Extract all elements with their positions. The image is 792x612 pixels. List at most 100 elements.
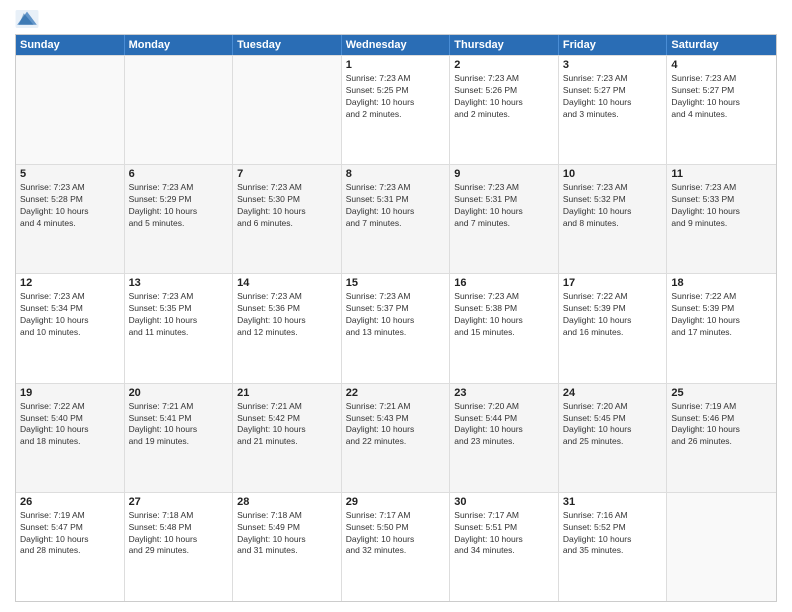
- day-number: 27: [129, 496, 229, 508]
- calendar-day-cell: 6 Sunrise: 7:23 AM Sunset: 5:29 PM Daylig…: [125, 165, 234, 273]
- day-number: 6: [129, 168, 229, 180]
- day-info: Sunrise: 7:16 AM Sunset: 5:52 PM Dayligh…: [563, 510, 663, 558]
- day-info: Sunrise: 7:23 AM Sunset: 5:27 PM Dayligh…: [671, 73, 772, 121]
- day-number: 24: [563, 387, 663, 399]
- calendar-header-cell: Tuesday: [233, 35, 342, 55]
- calendar-row: 1 Sunrise: 7:23 AM Sunset: 5:25 PM Daylig…: [16, 55, 776, 164]
- logo-icon: [15, 10, 39, 28]
- day-info: Sunrise: 7:23 AM Sunset: 5:34 PM Dayligh…: [20, 291, 120, 339]
- calendar-day-cell: 2 Sunrise: 7:23 AM Sunset: 5:26 PM Daylig…: [450, 56, 559, 164]
- calendar-row: 12 Sunrise: 7:23 AM Sunset: 5:34 PM Dayli…: [16, 273, 776, 382]
- day-info: Sunrise: 7:22 AM Sunset: 5:39 PM Dayligh…: [563, 291, 663, 339]
- calendar-day-cell: 14 Sunrise: 7:23 AM Sunset: 5:36 PM Dayli…: [233, 274, 342, 382]
- calendar-header-cell: Sunday: [16, 35, 125, 55]
- day-number: 30: [454, 496, 554, 508]
- calendar-day-cell: 31 Sunrise: 7:16 AM Sunset: 5:52 PM Dayli…: [559, 493, 668, 601]
- day-number: 5: [20, 168, 120, 180]
- calendar-day-cell: 29 Sunrise: 7:17 AM Sunset: 5:50 PM Dayli…: [342, 493, 451, 601]
- calendar-day-cell: 21 Sunrise: 7:21 AM Sunset: 5:42 PM Dayli…: [233, 384, 342, 492]
- calendar-day-cell: 30 Sunrise: 7:17 AM Sunset: 5:51 PM Dayli…: [450, 493, 559, 601]
- calendar-day-cell: 25 Sunrise: 7:19 AM Sunset: 5:46 PM Dayli…: [667, 384, 776, 492]
- calendar-day-cell: 28Sunrise: 7:18 AM Sunset: 5:49 PM Dayli…: [233, 493, 342, 601]
- calendar-day-cell: 23Sunrise: 7:20 AM Sunset: 5:44 PM Dayli…: [450, 384, 559, 492]
- day-number: 1: [346, 59, 446, 71]
- day-info: Sunrise: 7:23 AM Sunset: 5:31 PM Dayligh…: [346, 182, 446, 230]
- day-number: 7: [237, 168, 337, 180]
- day-number: 15: [346, 277, 446, 289]
- calendar-row: 19 Sunrise: 7:22 AM Sunset: 5:40 PM Dayli…: [16, 383, 776, 492]
- day-number: 20: [129, 387, 229, 399]
- page: SundayMondayTuesdayWednesdayThursdayFrid…: [0, 0, 792, 612]
- calendar-empty-cell: [233, 56, 342, 164]
- calendar-day-cell: 15 Sunrise: 7:23 AM Sunset: 5:37 PM Dayli…: [342, 274, 451, 382]
- day-number: 25: [671, 387, 772, 399]
- calendar-day-cell: 18 Sunrise: 7:22 AM Sunset: 5:39 PM Dayli…: [667, 274, 776, 382]
- calendar-header-cell: Thursday: [450, 35, 559, 55]
- calendar-header-cell: Friday: [559, 35, 668, 55]
- day-number: 28: [237, 496, 337, 508]
- calendar-empty-cell: [667, 493, 776, 601]
- day-info: Sunrise: 7:23 AM Sunset: 5:36 PM Dayligh…: [237, 291, 337, 339]
- calendar-day-cell: 12 Sunrise: 7:23 AM Sunset: 5:34 PM Dayli…: [16, 274, 125, 382]
- calendar-header-cell: Saturday: [667, 35, 776, 55]
- day-info: Sunrise: 7:23 AM Sunset: 5:26 PM Dayligh…: [454, 73, 554, 121]
- day-number: 4: [671, 59, 772, 71]
- calendar-day-cell: 11 Sunrise: 7:23 AM Sunset: 5:33 PM Dayli…: [667, 165, 776, 273]
- calendar-header-row: SundayMondayTuesdayWednesdayThursdayFrid…: [16, 35, 776, 55]
- day-info: Sunrise: 7:17 AM Sunset: 5:51 PM Dayligh…: [454, 510, 554, 558]
- calendar-day-cell: 4 Sunrise: 7:23 AM Sunset: 5:27 PM Daylig…: [667, 56, 776, 164]
- day-number: 21: [237, 387, 337, 399]
- day-info: Sunrise: 7:23 AM Sunset: 5:25 PM Dayligh…: [346, 73, 446, 121]
- day-number: 29: [346, 496, 446, 508]
- calendar-day-cell: 16 Sunrise: 7:23 AM Sunset: 5:38 PM Dayli…: [450, 274, 559, 382]
- calendar-day-cell: 5Sunrise: 7:23 AM Sunset: 5:28 PM Daylig…: [16, 165, 125, 273]
- day-info: Sunrise: 7:23 AM Sunset: 5:33 PM Dayligh…: [671, 182, 772, 230]
- calendar-day-cell: 19 Sunrise: 7:22 AM Sunset: 5:40 PM Dayli…: [16, 384, 125, 492]
- calendar-day-cell: 9 Sunrise: 7:23 AM Sunset: 5:31 PM Daylig…: [450, 165, 559, 273]
- day-info: Sunrise: 7:19 AM Sunset: 5:46 PM Dayligh…: [671, 401, 772, 449]
- day-info: Sunrise: 7:23 AM Sunset: 5:30 PM Dayligh…: [237, 182, 337, 230]
- day-info: Sunrise: 7:22 AM Sunset: 5:39 PM Dayligh…: [671, 291, 772, 339]
- day-number: 23: [454, 387, 554, 399]
- day-info: Sunrise: 7:21 AM Sunset: 5:43 PM Dayligh…: [346, 401, 446, 449]
- day-number: 19: [20, 387, 120, 399]
- calendar-day-cell: 3Sunrise: 7:23 AM Sunset: 5:27 PM Daylig…: [559, 56, 668, 164]
- day-number: 18: [671, 277, 772, 289]
- calendar-day-cell: 22Sunrise: 7:21 AM Sunset: 5:43 PM Dayli…: [342, 384, 451, 492]
- day-info: Sunrise: 7:23 AM Sunset: 5:38 PM Dayligh…: [454, 291, 554, 339]
- day-info: Sunrise: 7:23 AM Sunset: 5:29 PM Dayligh…: [129, 182, 229, 230]
- calendar-day-cell: 27 Sunrise: 7:18 AM Sunset: 5:48 PM Dayli…: [125, 493, 234, 601]
- calendar-day-cell: 26Sunrise: 7:19 AM Sunset: 5:47 PM Dayli…: [16, 493, 125, 601]
- day-number: 14: [237, 277, 337, 289]
- day-info: Sunrise: 7:23 AM Sunset: 5:32 PM Dayligh…: [563, 182, 663, 230]
- day-number: 8: [346, 168, 446, 180]
- day-info: Sunrise: 7:18 AM Sunset: 5:48 PM Dayligh…: [129, 510, 229, 558]
- calendar-empty-cell: [125, 56, 234, 164]
- calendar-header-cell: Wednesday: [342, 35, 451, 55]
- day-info: Sunrise: 7:21 AM Sunset: 5:42 PM Dayligh…: [237, 401, 337, 449]
- day-info: Sunrise: 7:22 AM Sunset: 5:40 PM Dayligh…: [20, 401, 120, 449]
- day-info: Sunrise: 7:19 AM Sunset: 5:47 PM Dayligh…: [20, 510, 120, 558]
- day-info: Sunrise: 7:17 AM Sunset: 5:50 PM Dayligh…: [346, 510, 446, 558]
- day-info: Sunrise: 7:20 AM Sunset: 5:45 PM Dayligh…: [563, 401, 663, 449]
- day-number: 17: [563, 277, 663, 289]
- calendar-day-cell: 8 Sunrise: 7:23 AM Sunset: 5:31 PM Daylig…: [342, 165, 451, 273]
- calendar-row: 5Sunrise: 7:23 AM Sunset: 5:28 PM Daylig…: [16, 164, 776, 273]
- calendar-day-cell: 7 Sunrise: 7:23 AM Sunset: 5:30 PM Daylig…: [233, 165, 342, 273]
- day-info: Sunrise: 7:23 AM Sunset: 5:37 PM Dayligh…: [346, 291, 446, 339]
- calendar-header-cell: Monday: [125, 35, 234, 55]
- calendar-day-cell: 13 Sunrise: 7:23 AM Sunset: 5:35 PM Dayli…: [125, 274, 234, 382]
- calendar-row: 26Sunrise: 7:19 AM Sunset: 5:47 PM Dayli…: [16, 492, 776, 601]
- day-number: 31: [563, 496, 663, 508]
- logo: [15, 10, 43, 28]
- day-number: 11: [671, 168, 772, 180]
- day-info: Sunrise: 7:23 AM Sunset: 5:35 PM Dayligh…: [129, 291, 229, 339]
- day-number: 2: [454, 59, 554, 71]
- day-number: 12: [20, 277, 120, 289]
- day-number: 9: [454, 168, 554, 180]
- day-number: 13: [129, 277, 229, 289]
- calendar-day-cell: 17 Sunrise: 7:22 AM Sunset: 5:39 PM Dayli…: [559, 274, 668, 382]
- day-number: 16: [454, 277, 554, 289]
- day-number: 10: [563, 168, 663, 180]
- day-info: Sunrise: 7:23 AM Sunset: 5:31 PM Dayligh…: [454, 182, 554, 230]
